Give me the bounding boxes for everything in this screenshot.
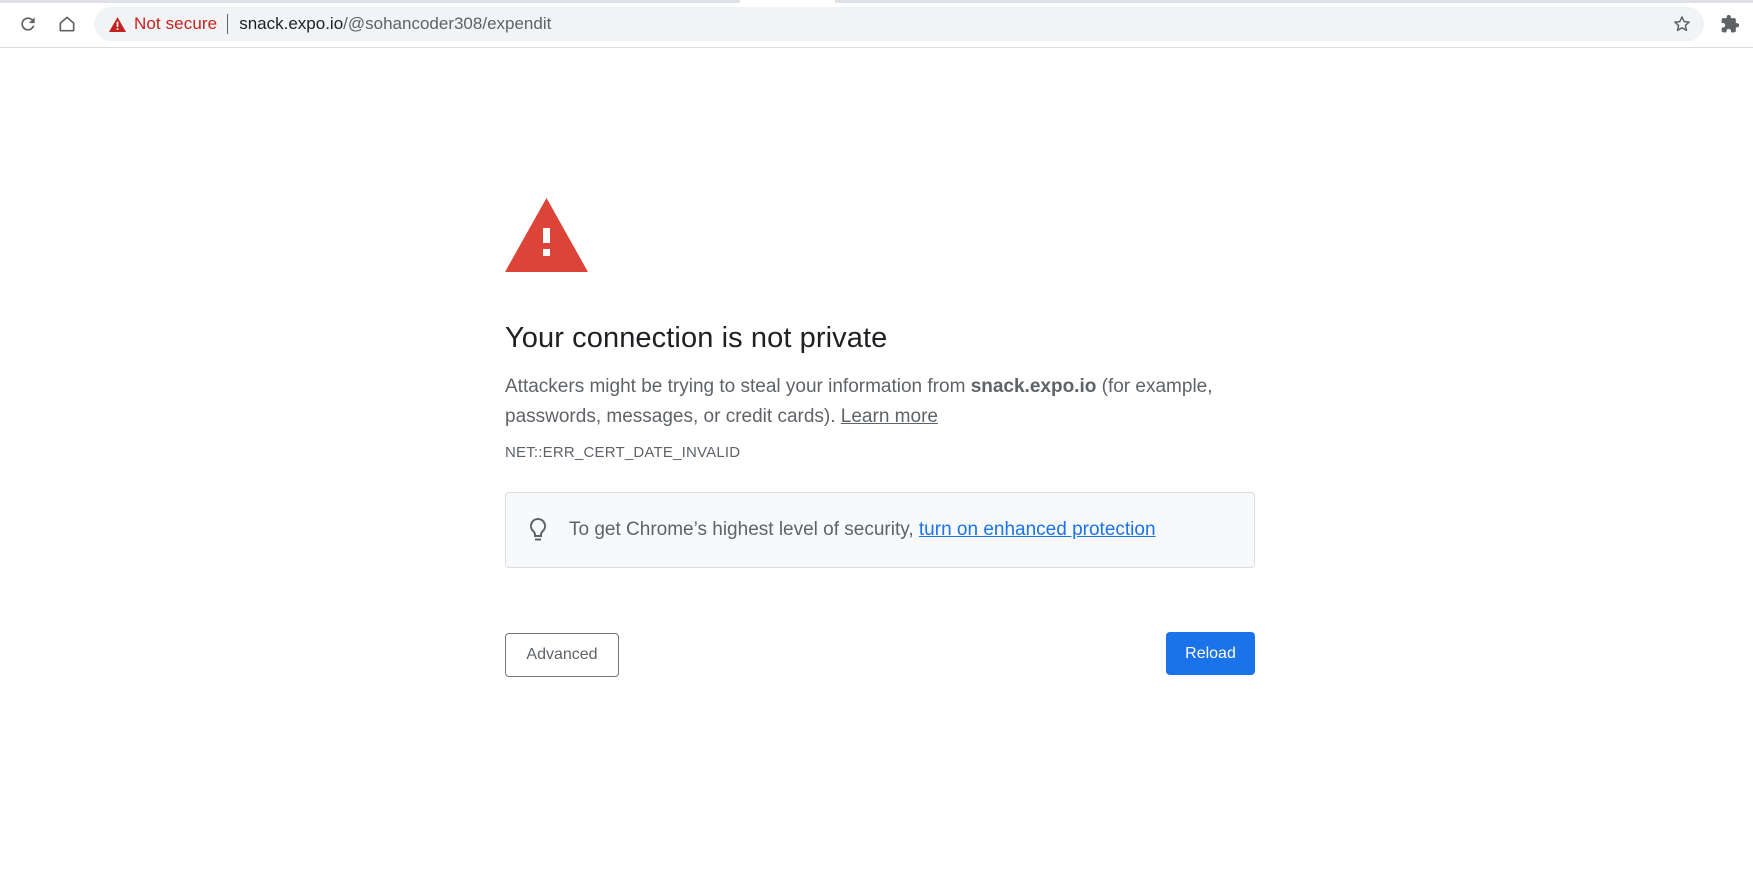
red-warning-triangle-icon — [505, 198, 588, 272]
page-title: Your connection is not private — [505, 322, 888, 354]
error-code: NET::ERR_CERT_DATE_INVALID — [505, 444, 741, 461]
url-host: snack.expo.io — [239, 14, 344, 33]
omnibox-divider — [227, 14, 229, 34]
enhanced-protection-link[interactable]: turn on enhanced protection — [919, 519, 1156, 540]
home-icon — [59, 16, 75, 32]
enhanced-protection-text: To get Chrome’s highest level of securit… — [569, 519, 1156, 541]
home-toolbar-button[interactable] — [51, 8, 83, 40]
lightbulb-icon — [526, 516, 550, 544]
bookmark-button[interactable] — [1666, 8, 1698, 40]
reload-button[interactable]: Reload — [1166, 632, 1255, 675]
security-warning-button[interactable]: Not secure — [109, 14, 217, 34]
url-text[interactable]: snack.expo.io/@sohancoder308/expendit — [239, 14, 551, 34]
tab-strip-edge — [0, 0, 1753, 3]
description-prefix: Attackers might be trying to steal your … — [505, 376, 971, 397]
extensions-button[interactable] — [1714, 8, 1746, 40]
advanced-button[interactable]: Advanced — [505, 633, 619, 677]
learn-more-link[interactable]: Learn more — [841, 406, 938, 427]
reload-toolbar-button[interactable] — [12, 8, 44, 40]
description-host: snack.expo.io — [970, 376, 1097, 397]
active-tab-edge — [740, 0, 835, 3]
star-icon — [1674, 16, 1690, 32]
puzzle-piece-icon — [1721, 14, 1740, 33]
browser-toolbar: Not secure snack.expo.io/@sohancoder308/… — [0, 0, 1753, 48]
reload-icon — [21, 17, 35, 31]
not-secure-label: Not secure — [134, 14, 218, 33]
action-buttons: Advanced Reload — [505, 632, 1255, 678]
enhanced-protection-box: To get Chrome’s highest level of securit… — [505, 492, 1255, 568]
interstitial-content: Your connection is not private Attackers… — [505, 198, 1255, 678]
enhanced-protection-prefix: To get Chrome’s highest level of securit… — [569, 519, 919, 540]
warning-triangle-icon — [109, 16, 126, 32]
address-bar[interactable]: Not secure snack.expo.io/@sohancoder308/… — [94, 7, 1704, 41]
url-path: /@sohancoder308/expendit — [343, 14, 552, 33]
error-description: Attackers might be trying to steal your … — [505, 372, 1255, 432]
